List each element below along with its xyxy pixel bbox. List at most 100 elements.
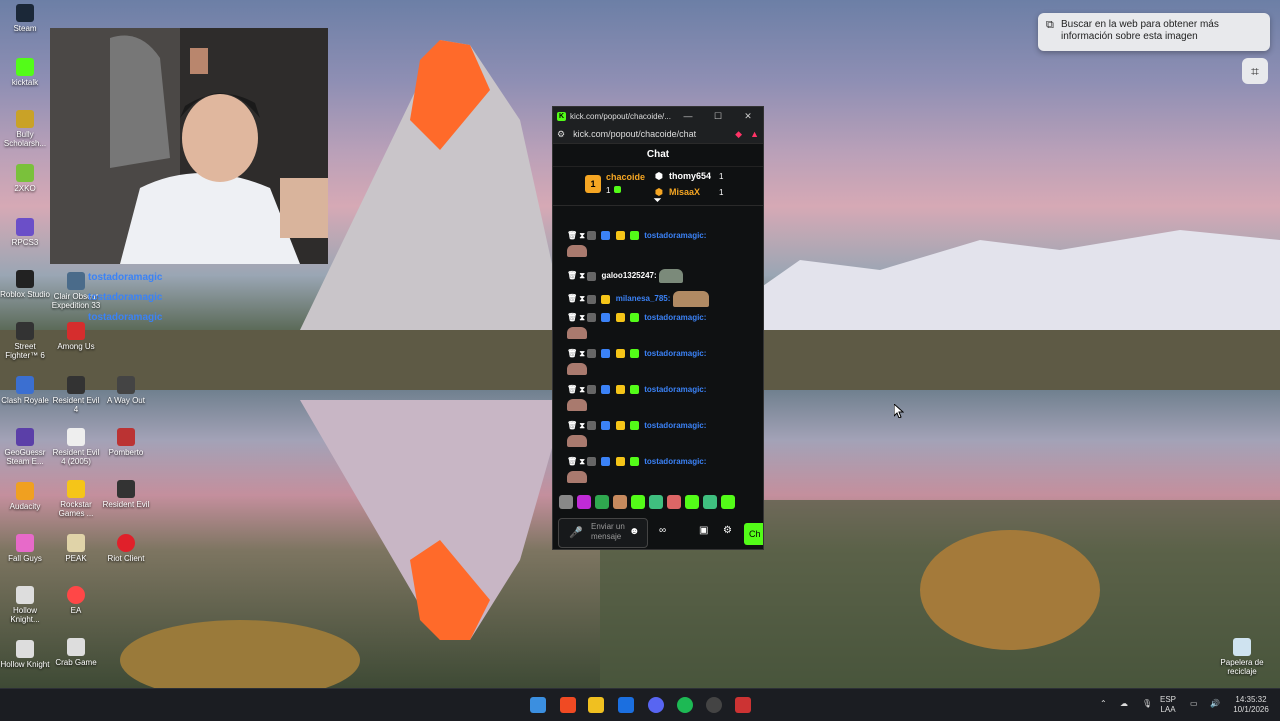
bing-icon[interactable] [618,697,634,713]
roblox-studio-icon[interactable]: Roblox Studio [0,270,50,299]
user-icon: ⬢ [655,171,663,181]
fall-guys-icon[interactable]: Fall Guys [0,534,50,563]
2xko-icon[interactable]: 2XKO [0,164,50,193]
brave-rewards-icon[interactable]: ▲ [750,129,759,139]
maximize-icon[interactable]: ☐ [703,111,733,122]
geoguessr-icon[interactable]: GeoGuessr Steam E... [0,428,50,466]
recycle-bin-icon[interactable]: Papelera de reciclaje [1216,638,1268,676]
trash-icon[interactable]: 🗑 [567,385,577,394]
a-way-out-icon[interactable]: A Way Out [101,376,151,405]
chat-input[interactable]: 🎤 Enviar un mensaje ☻ [558,518,648,548]
minimize-icon[interactable]: — [673,111,703,121]
timeout-icon[interactable]: ⧗ [579,294,585,303]
rockstar-icon[interactable]: Rockstar Games ... [51,480,101,518]
peak-icon[interactable]: PEAK [51,534,101,563]
store-icon[interactable]: ▣ [699,525,708,536]
start-icon[interactable] [530,697,546,713]
bully-icon[interactable]: Bully Scholarsh... [0,110,50,148]
street-fighter-icon[interactable]: Street Fighter™ 6 [0,322,50,360]
clash-royale-icon[interactable]: Clash Royale [0,376,50,405]
steam-icon[interactable]: Steam [0,4,50,33]
emote-button[interactable] [577,495,591,509]
tray-chevron-icon[interactable]: ⌃ [1100,699,1107,709]
emote-button[interactable] [631,495,645,509]
emote [672,291,709,307]
emote-button[interactable] [667,495,681,509]
obs-icon[interactable] [706,697,722,713]
hollow-knight-icon-1[interactable]: Hollow Knight... [0,586,50,624]
gift-badge-icon [629,349,639,359]
emote-button[interactable] [595,495,609,509]
clock[interactable]: 14:35:32 10/1/2026 [1226,695,1276,715]
username[interactable]: tostadoramagic: [644,457,706,466]
timeout-icon[interactable]: ⧗ [579,457,585,466]
timeout-icon[interactable]: ⧗ [579,421,585,430]
trash-icon[interactable]: 🗑 [567,457,577,466]
language-indicator[interactable]: ESP LAA [1160,695,1176,715]
username[interactable]: tostadoramagic: [644,385,706,394]
riot-client-icon[interactable]: Riot Client [101,534,151,563]
among-us-icon[interactable]: Among Us [51,322,101,351]
brave-icon[interactable] [560,697,576,713]
username[interactable]: tostadoramagic: [644,349,706,358]
rpcs3-icon[interactable]: RPCS3 [0,218,50,247]
emote-button[interactable] [559,495,573,509]
kicktalk-icon[interactable]: kicktalk [0,58,50,87]
leader-name-3[interactable]: MisaaX [669,187,700,197]
lens-search-tooltip[interactable]: ⧉ Buscar en la web para obtener más info… [1038,13,1270,51]
trash-icon[interactable]: 🗑 [567,271,577,280]
leader-name-1[interactable]: chacoide [606,172,645,182]
file-explorer-icon[interactable] [588,697,604,713]
settings-icon[interactable]: ⚙ [723,525,732,536]
emoji-icon[interactable]: ☻ [629,526,640,537]
trash-icon[interactable]: 🗑 [567,294,577,303]
resident-evil-4-2005-icon[interactable]: Resident Evil 4 (2005) [51,428,101,466]
chat-messages: 🗑 ⧗ tostadoramagic: 🗑 ⧗ galoo1325247: 🗑 … [553,225,763,491]
pomberto-icon[interactable]: Pomberto [101,428,151,457]
scroll-down-icon[interactable]: ⏷ [654,195,661,206]
leader-name-2[interactable]: thomy654 [669,171,711,181]
trash-icon[interactable]: 🗑 [567,313,577,322]
lens-capture-button[interactable]: ⌗ [1242,58,1268,84]
emote-button[interactable] [613,495,627,509]
audacity-icon[interactable]: Audacity [0,482,50,511]
discord-icon[interactable] [648,697,664,713]
timeout-icon[interactable]: ⧗ [579,313,585,322]
emote-button[interactable] [649,495,663,509]
username[interactable]: tostadoramagic: [644,231,706,240]
brave-shields-icon[interactable]: ◆ [735,129,742,140]
spotify-icon[interactable] [677,697,693,713]
username[interactable]: milanesa_785: [616,294,671,303]
resident-evil-icon[interactable]: Resident Evil [101,480,151,509]
crab-game-icon[interactable]: Crab Game [51,638,101,667]
capcut-icon[interactable] [735,697,751,713]
close-icon[interactable]: ✕ [733,111,763,122]
microphone-icon[interactable]: 🎤 [569,526,583,539]
mod-badge-icon [587,231,597,241]
points-icon[interactable]: ∞ [659,525,666,536]
leaderboard: 1 chacoide 1 ⬢ thomy654 1 ⬢ MisaaX 1 ⏷ [553,167,763,206]
ea-icon[interactable]: EA [51,586,101,615]
timeout-icon[interactable]: ⧗ [579,385,585,394]
trash-icon[interactable]: 🗑 [567,349,577,358]
timeout-icon[interactable]: ⧗ [579,231,585,240]
emote-button[interactable] [703,495,717,509]
address-bar[interactable]: ⚙ kick.com/popout/chacoide/chat ◆ ▲ [553,125,763,144]
trash-icon[interactable]: 🗑 [567,421,577,430]
username[interactable]: galoo1325247: [601,271,656,280]
timeout-icon[interactable]: ⧗ [579,349,585,358]
hollow-knight-icon-2[interactable]: Hollow Knight [0,640,50,669]
username[interactable]: tostadoramagic: [644,313,706,322]
emote-button[interactable] [685,495,699,509]
mic-tray-icon[interactable]: 🎙 [1142,699,1152,709]
resident-evil-4-icon[interactable]: Resident Evil 4 [51,376,101,414]
username[interactable]: tostadoramagic: [644,421,706,430]
onedrive-icon[interactable]: ☁ [1120,699,1128,709]
trash-icon[interactable]: 🗑 [567,231,577,240]
send-button[interactable]: Ch [744,523,763,545]
volume-icon[interactable]: 🔊 [1210,699,1220,709]
timeout-icon[interactable]: ⧗ [579,271,585,280]
site-info-icon[interactable]: ⚙ [557,129,565,140]
network-icon[interactable]: ▭ [1190,699,1198,709]
emote-button[interactable] [721,495,735,509]
